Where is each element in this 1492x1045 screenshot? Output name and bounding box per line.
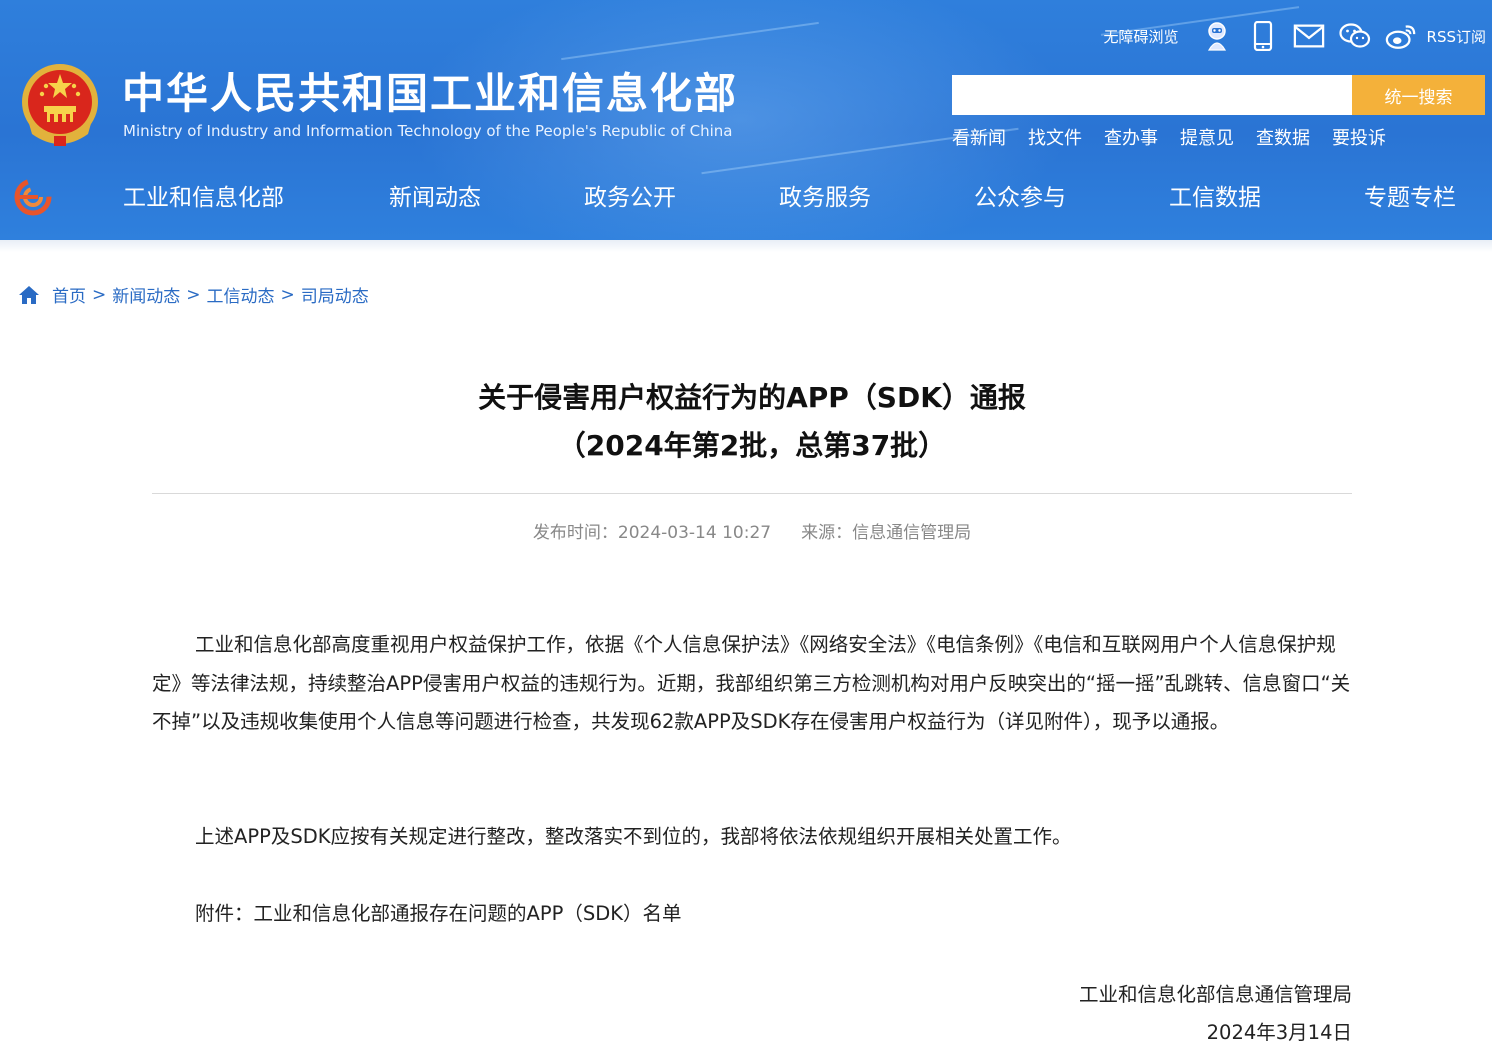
breadcrumb-department-news[interactable]: 司局动态 [301, 282, 369, 307]
rss-link[interactable]: RSS订阅 [1427, 26, 1486, 47]
wechat-icon[interactable] [1338, 20, 1371, 52]
breadcrumb-separator: > [92, 284, 107, 305]
source-value: 信息通信管理局 [852, 523, 972, 543]
nav-item-news[interactable]: 新闻动态 [389, 168, 481, 228]
mobile-icon[interactable] [1247, 20, 1279, 52]
main-nav: 工业和信息化部 新闻动态 政务公开 政务服务 公众参与 工信数据 专题专栏 [0, 168, 1492, 228]
breadcrumb-news[interactable]: 新闻动态 [112, 282, 180, 307]
breadcrumb-separator: > [186, 284, 201, 305]
breadcrumb-industry-news[interactable]: 工信动态 [207, 282, 275, 307]
article-meta: 发布时间：2024-03-14 10:27 来源：信息通信管理局 [152, 518, 1352, 543]
article-paragraph-1: 工业和信息化部高度重视用户权益保护工作，依据《个人信息保护法》《网络安全法》《电… [152, 633, 1351, 733]
site-title-en: Ministry of Industry and Information Tec… [123, 122, 733, 140]
attachment-link[interactable]: 附件：工业和信息化部通报存在问题的APP（SDK）名单 [152, 895, 1352, 934]
publish-time: 2024-03-14 10:27 [617, 523, 772, 543]
article-title-line2: （2024年第2批，总第37批） [557, 429, 947, 462]
search-button[interactable]: 统一搜索 [1352, 75, 1485, 115]
mail-icon[interactable] [1293, 20, 1325, 52]
home-icon[interactable] [18, 284, 40, 306]
source-label: 来源： [801, 523, 853, 543]
nav-item-public[interactable]: 公众参与 [974, 168, 1066, 228]
header-shadow [0, 240, 1492, 252]
article-paragraph-2: 上述APP及SDK应按有关规定进行整改，整改落实不到位的，我部将依法依规组织开展… [195, 825, 1072, 848]
national-emblem-icon[interactable] [20, 62, 100, 148]
utility-links: 无障碍浏览 RSS订阅 [1104, 20, 1486, 52]
search-input[interactable] [952, 75, 1352, 115]
site-title-cn[interactable]: 中华人民共和国工业和信息化部 [122, 68, 738, 120]
breadcrumb-separator: > [280, 284, 295, 305]
quick-link-files[interactable]: 找文件 [1028, 124, 1082, 150]
breadcrumb: 首页 > 新闻动态 > 工信动态 > 司局动态 [18, 282, 369, 307]
nav-item-ministry[interactable]: 工业和信息化部 [123, 168, 284, 228]
nav-item-topics[interactable]: 专题专栏 [1364, 168, 1456, 228]
site-header: 中华人民共和国工业和信息化部 Ministry of Industry and … [0, 0, 1492, 240]
quick-link-data[interactable]: 查数据 [1256, 124, 1310, 150]
signature-org: 工业和信息化部信息通信管理局 [1078, 983, 1352, 1006]
breadcrumb-home[interactable]: 首页 [52, 282, 86, 307]
accessibility-link[interactable]: 无障碍浏览 [1104, 26, 1179, 47]
accessibility-robot-icon[interactable] [1201, 20, 1233, 52]
article-title-line1: 关于侵害用户权益行为的APP（SDK）通报 [478, 381, 1026, 414]
publish-label: 发布时间： [532, 523, 618, 543]
quick-links: 看新闻 找文件 查办事 提意见 查数据 要投诉 [952, 124, 1408, 150]
nav-item-data[interactable]: 工信数据 [1169, 168, 1261, 228]
title-divider [152, 493, 1352, 494]
quick-link-services[interactable]: 查办事 [1104, 124, 1158, 150]
nav-item-services[interactable]: 政务服务 [779, 168, 871, 228]
nav-item-gov-affairs[interactable]: 政务公开 [584, 168, 676, 228]
weibo-icon[interactable] [1385, 20, 1417, 52]
quick-link-feedback[interactable]: 提意见 [1180, 124, 1234, 150]
quick-link-news[interactable]: 看新闻 [952, 124, 1006, 150]
quick-link-complaint[interactable]: 要投诉 [1332, 124, 1386, 150]
